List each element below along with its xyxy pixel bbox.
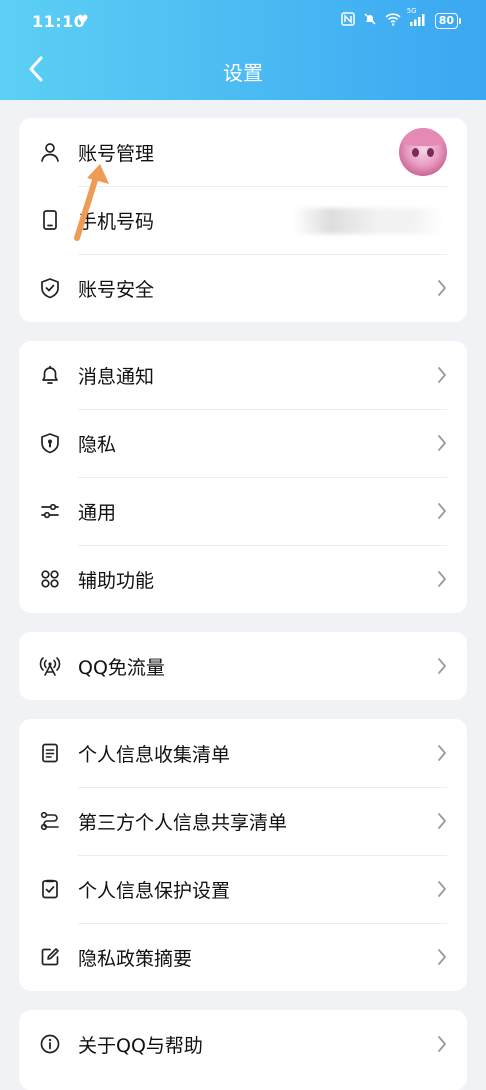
- row-accessibility[interactable]: 辅助功能: [19, 545, 467, 613]
- chevron-right-icon: [438, 503, 446, 519]
- header-bar: 11:10 ♥ 5G 80 设置: [0, 0, 486, 100]
- row-qq-free-data[interactable]: QQ免流量: [19, 632, 467, 700]
- data-card: QQ免流量: [19, 632, 467, 700]
- info-icon: [40, 1034, 60, 1054]
- chevron-right-icon: [438, 949, 446, 965]
- edit-icon: [41, 948, 59, 966]
- checkbox-doc-icon: [42, 879, 58, 899]
- sliders-icon: [41, 503, 59, 519]
- row-label: 个人信息保护设置: [78, 880, 231, 902]
- chevron-right-icon: [438, 367, 446, 383]
- chevron-right-icon: [438, 435, 446, 451]
- chevron-right-icon: [438, 813, 446, 829]
- about-card: 关于QQ与帮助: [19, 1010, 467, 1090]
- avatar[interactable]: [399, 128, 447, 176]
- row-general[interactable]: 通用: [19, 477, 467, 545]
- row-info-protection-settings[interactable]: 个人信息保护设置: [19, 855, 467, 923]
- nav-bar: 设置: [0, 44, 486, 96]
- row-privacy-policy-summary[interactable]: 隐私政策摘要: [19, 923, 467, 991]
- status-icons: 5G 80: [340, 7, 462, 30]
- row-info-collection-list[interactable]: 个人信息收集清单: [19, 719, 467, 787]
- row-label: 消息通知: [78, 366, 155, 388]
- row-label: 通用: [78, 502, 117, 524]
- chevron-right-icon: [438, 881, 446, 897]
- row-label: 辅助功能: [78, 570, 155, 592]
- row-third-party-sharing-list[interactable]: 第三方个人信息共享清单: [19, 787, 467, 855]
- share-flow-icon: [40, 811, 59, 831]
- row-label: 关于QQ与帮助: [78, 1035, 203, 1057]
- network-type: 5G: [406, 6, 417, 15]
- row-about-qq-help[interactable]: 关于QQ与帮助: [19, 1010, 467, 1078]
- chevron-right-icon: [438, 658, 446, 674]
- chevron-right-icon: [438, 745, 446, 761]
- document-list-icon: [42, 743, 58, 763]
- row-label: 隐私: [78, 434, 117, 456]
- person-icon: [41, 143, 59, 162]
- page-title: 设置: [223, 61, 263, 85]
- privacy-shield-icon: [41, 433, 59, 454]
- blurred-phone-value: [293, 208, 443, 234]
- battery-indicator: 80: [434, 13, 462, 29]
- row-label: 第三方个人信息共享清单: [78, 812, 288, 834]
- mute-bell-icon: [363, 12, 377, 30]
- signal-tower-icon: [39, 657, 61, 676]
- heart-icon: ♥: [77, 13, 89, 28]
- row-label: 账号安全: [78, 279, 155, 301]
- general-card: 消息通知 隐私 通用 辅助功能: [19, 341, 467, 613]
- row-account-security[interactable]: 账号安全: [19, 254, 467, 322]
- row-label: QQ免流量: [78, 657, 165, 679]
- nfc-icon: [340, 12, 355, 30]
- row-notifications[interactable]: 消息通知: [19, 341, 467, 409]
- chevron-right-icon: [438, 280, 446, 296]
- row-label: 隐私政策摘要: [78, 948, 193, 970]
- row-privacy[interactable]: 隐私: [19, 409, 467, 477]
- status-bar: 11:10 ♥ 5G 80: [0, 0, 486, 44]
- row-label: 个人信息收集清单: [78, 744, 231, 766]
- annotation-arrow: [74, 164, 109, 241]
- signal-icon: 5G: [407, 7, 427, 30]
- phone-icon: [43, 210, 57, 230]
- grid-icon: [41, 570, 59, 588]
- wifi-icon: [385, 12, 401, 30]
- shield-check-icon: [41, 278, 59, 299]
- personal-info-card: 个人信息收集清单 第三方个人信息共享清单 个人信息保护设置 隐私政策摘要: [19, 719, 467, 991]
- chevron-right-icon: [438, 1036, 446, 1052]
- chevron-right-icon: [438, 571, 446, 587]
- bell-icon: [42, 365, 58, 384]
